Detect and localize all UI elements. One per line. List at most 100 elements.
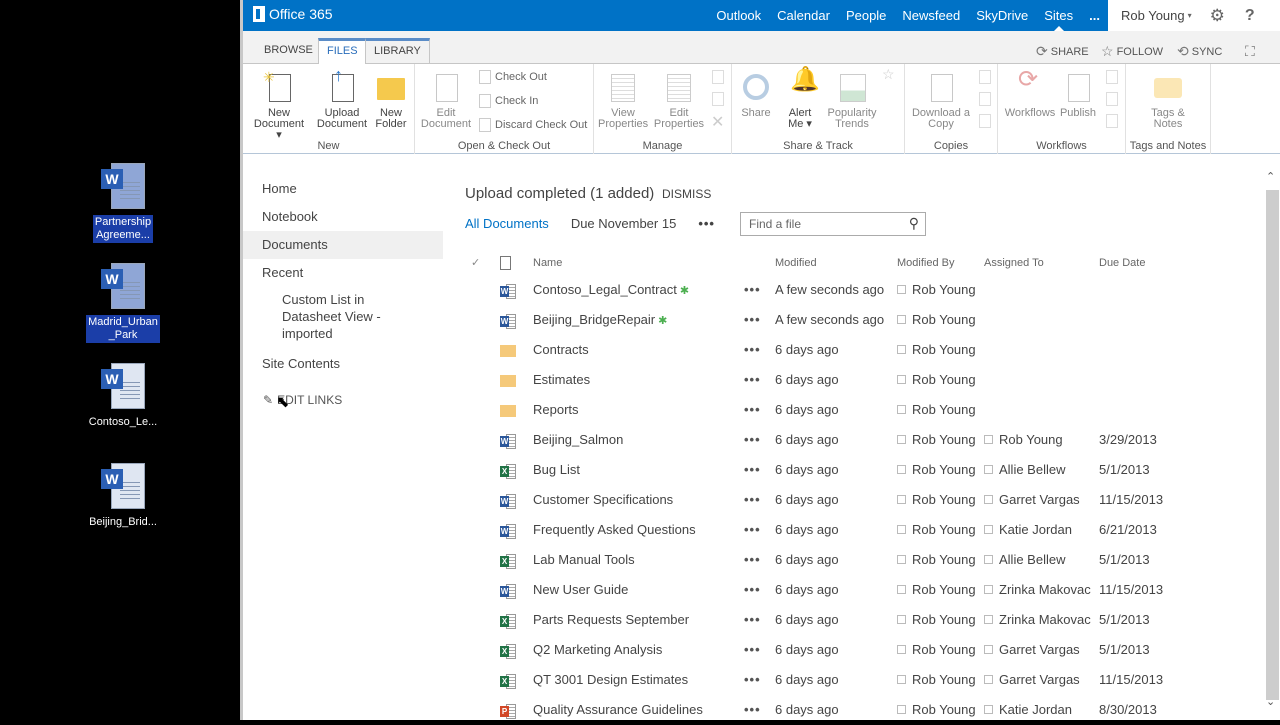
edit-document-button[interactable]: Edit Document	[419, 72, 473, 130]
publish-button[interactable]: Publish	[1058, 72, 1098, 119]
table-row[interactable]: X Parts Requests September ••• 6 days ago Ro…	[462, 605, 1202, 635]
office365-brand[interactable]: Office 365	[253, 6, 333, 22]
manage-copies-icon[interactable]	[979, 92, 991, 106]
file-name-link[interactable]: Bug List	[533, 455, 580, 485]
assigned-to-value[interactable]: Garret Vargas	[984, 665, 1080, 695]
follow-button[interactable]: ☆ FOLLOW	[1101, 43, 1163, 60]
modified-by-value[interactable]: Rob Young	[897, 335, 976, 365]
new-folder-button[interactable]: New Folder	[373, 72, 409, 130]
view-all-documents[interactable]: All Documents	[465, 216, 549, 231]
view-due-november-15[interactable]: Due November 15	[571, 216, 677, 231]
item-menu-button[interactable]: •••	[744, 545, 761, 575]
scroll-up-icon[interactable]: ⌃	[1266, 170, 1275, 183]
star-icon[interactable]: ☆	[882, 66, 895, 83]
suite-nav-sites[interactable]: Sites	[1036, 0, 1081, 31]
nav-recent-custom-list[interactable]: Custom List in Datasheet View - imported	[243, 291, 443, 342]
view-properties-button[interactable]: View Properties	[598, 72, 648, 130]
dismiss-button[interactable]: DISMISS	[662, 187, 711, 201]
modified-by-value[interactable]: Rob Young	[897, 305, 976, 335]
focus-on-content-button[interactable]: ⛶	[1245, 43, 1255, 60]
assigned-to-value[interactable]: Katie Jordan	[984, 515, 1072, 545]
vertical-scrollbar[interactable]: ⌃ ⌄	[1263, 166, 1280, 720]
workflows-button[interactable]: ⟳ Workflows	[1004, 68, 1056, 119]
item-menu-button[interactable]: •••	[744, 365, 761, 395]
item-menu-button[interactable]: •••	[744, 575, 761, 605]
desktop-icon-partnership[interactable]: W Partnership Agreeme...	[83, 163, 163, 243]
suite-nav-people[interactable]: People	[838, 0, 894, 31]
file-name-link[interactable]: Contoso_Legal_Contract ✱	[533, 275, 689, 306]
tab-files[interactable]: FILES	[318, 38, 367, 65]
scroll-thumb[interactable]	[1266, 190, 1279, 700]
table-row[interactable]: Reports ••• 6 days ago Rob Young	[462, 395, 1202, 425]
tab-library[interactable]: LIBRARY	[365, 38, 430, 64]
file-name-link[interactable]: Beijing_BridgeRepair ✱	[533, 305, 667, 336]
file-name-link[interactable]: Beijing_Salmon	[533, 425, 623, 455]
desktop-icon-madrid[interactable]: W Madrid_Urban _Park	[83, 263, 163, 343]
share-button[interactable]: Share	[738, 72, 774, 119]
upload-document-button[interactable]: ↑ Upload Document	[315, 66, 369, 130]
modified-by-value[interactable]: Rob Young	[897, 635, 976, 665]
item-menu-button[interactable]: •••	[744, 335, 761, 365]
assigned-to-value[interactable]: Katie Jordan	[984, 695, 1072, 725]
modified-by-value[interactable]: Rob Young	[897, 515, 976, 545]
cancel-approval-icon[interactable]	[1106, 114, 1118, 128]
item-menu-button[interactable]: •••	[744, 695, 761, 725]
delete-icon[interactable]: ✕	[711, 112, 724, 132]
shared-with-icon[interactable]	[712, 92, 724, 106]
table-row[interactable]: P Quality Assurance Guidelines ••• 6 days a…	[462, 695, 1202, 725]
item-menu-button[interactable]: •••	[744, 395, 761, 425]
assigned-to-value[interactable]: Allie Bellew	[984, 455, 1065, 485]
go-to-source-icon[interactable]	[979, 114, 991, 128]
tags-notes-button[interactable]: Tags & Notes	[1136, 72, 1200, 130]
item-menu-button[interactable]: •••	[744, 605, 761, 635]
desktop-icon-contoso[interactable]: W Contoso_Le...	[83, 363, 163, 430]
table-row[interactable]: X Q2 Marketing Analysis ••• 6 days ago Rob Y…	[462, 635, 1202, 665]
modified-by-value[interactable]: Rob Young	[897, 455, 976, 485]
modified-by-value[interactable]: Rob Young	[897, 665, 976, 695]
file-name-link[interactable]: Estimates	[533, 365, 590, 395]
approve-icon[interactable]	[1106, 92, 1118, 106]
file-name-link[interactable]: Contracts	[533, 335, 589, 365]
nav-site-contents[interactable]: Site Contents	[243, 350, 443, 378]
column-assigned-to[interactable]: Assigned To	[984, 251, 1044, 275]
more-views-button[interactable]: •••	[698, 216, 715, 231]
file-name-link[interactable]: New User Guide	[533, 575, 628, 605]
modified-by-value[interactable]: Rob Young	[897, 425, 976, 455]
assigned-to-value[interactable]: Allie Bellew	[984, 545, 1065, 575]
copy-icon[interactable]	[979, 70, 991, 84]
item-menu-button[interactable]: •••	[744, 275, 761, 305]
check-in-button[interactable]: Check In	[479, 94, 538, 108]
table-row[interactable]: W Beijing_Salmon ••• 6 days ago Rob Young Rob…	[462, 425, 1202, 455]
modified-by-value[interactable]: Rob Young	[897, 545, 976, 575]
discard-check-out-button[interactable]: Discard Check Out	[479, 118, 587, 132]
popularity-trends-button[interactable]: Popularity Trends	[822, 72, 882, 130]
new-document-button[interactable]: ✳ New Document ▾	[251, 70, 307, 141]
item-menu-button[interactable]: •••	[744, 635, 761, 665]
download-copy-button[interactable]: Download a Copy	[909, 72, 973, 130]
item-menu-button[interactable]: •••	[744, 305, 761, 335]
version-history-icon[interactable]	[712, 70, 724, 84]
select-all-checkbox[interactable]: ✓	[471, 251, 480, 275]
column-due-date[interactable]: Due Date	[1099, 251, 1145, 275]
table-row[interactable]: W Contoso_Legal_Contract ✱ ••• A few seconds…	[462, 275, 1202, 305]
suite-nav-newsfeed[interactable]: Newsfeed	[894, 0, 968, 31]
check-out-button[interactable]: Check Out	[479, 70, 547, 84]
modified-by-value[interactable]: Rob Young	[897, 575, 976, 605]
modified-by-value[interactable]: Rob Young	[897, 275, 976, 305]
share-page-button[interactable]: ⟳ SHARE	[1036, 43, 1089, 60]
file-name-link[interactable]: Quality Assurance Guidelines	[533, 695, 703, 725]
assigned-to-value[interactable]: Zrinka Makovac	[984, 605, 1091, 635]
nav-home[interactable]: Home	[243, 175, 443, 203]
file-name-link[interactable]: Q2 Marketing Analysis	[533, 635, 662, 665]
nav-notebook[interactable]: Notebook	[243, 203, 443, 231]
item-menu-button[interactable]: •••	[744, 455, 761, 485]
modified-by-value[interactable]: Rob Young	[897, 365, 976, 395]
modified-by-value[interactable]: Rob Young	[897, 485, 976, 515]
assigned-to-value[interactable]: Garret Vargas	[984, 485, 1080, 515]
nav-documents[interactable]: Documents	[243, 231, 443, 259]
edit-links-button[interactable]: ✎ EDIT LINKS	[263, 393, 342, 407]
file-name-link[interactable]: Customer Specifications	[533, 485, 673, 515]
column-modified[interactable]: Modified	[775, 251, 817, 275]
modified-by-value[interactable]: Rob Young	[897, 395, 976, 425]
unpublish-icon[interactable]	[1106, 70, 1118, 84]
